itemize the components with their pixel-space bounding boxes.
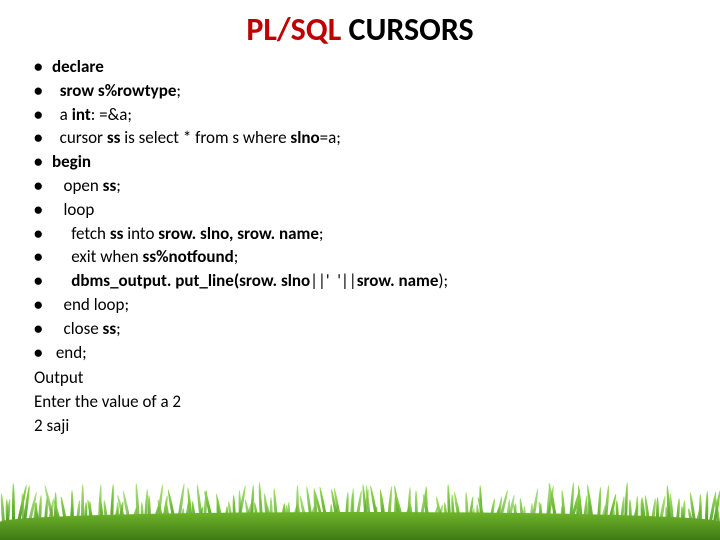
title-accent: PL/SQL xyxy=(246,10,341,49)
code-line: close ss; xyxy=(38,317,700,341)
code-line: srow s%rowtype; xyxy=(38,79,700,103)
code-line: fetch ss into srow. slno, srow. name; xyxy=(38,222,700,246)
grass-footer xyxy=(0,470,720,540)
code-line: end; xyxy=(38,341,700,365)
code-line: end loop; xyxy=(38,293,700,317)
output-block: Output Enter the value of a 2 2 saji xyxy=(20,366,700,437)
output-label: Output xyxy=(34,366,700,390)
code-line: open ss; xyxy=(38,174,700,198)
code-line: dbms_output. put_line(srow. slno||' '||s… xyxy=(38,269,700,293)
output-line: Enter the value of a 2 xyxy=(34,390,700,414)
grass-ground xyxy=(0,512,720,540)
code-line: exit when ss%notfound; xyxy=(38,245,700,269)
output-line: 2 saji xyxy=(34,414,700,438)
slide: PL/SQL CURSORS declare srow s%rowtype; a… xyxy=(0,0,720,540)
code-line: begin xyxy=(38,150,700,174)
code-line: declare xyxy=(38,55,700,79)
code-line: a int: =&a; xyxy=(38,103,700,127)
slide-content: declare srow s%rowtype; a int: =&a; curs… xyxy=(0,53,720,438)
code-line: loop xyxy=(38,198,700,222)
code-line: cursor ss is select * from s where slno=… xyxy=(38,126,700,150)
code-list: declare srow s%rowtype; a int: =&a; curs… xyxy=(20,55,700,364)
title-rest: CURSORS xyxy=(341,10,473,49)
slide-title: PL/SQL CURSORS xyxy=(0,0,720,53)
